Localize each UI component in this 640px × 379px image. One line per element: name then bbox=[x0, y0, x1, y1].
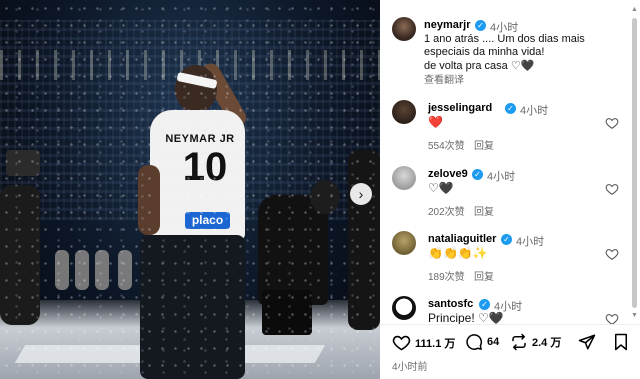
post-timestamp[interactable]: 4小时前 bbox=[392, 358, 428, 373]
scroll-up-arrow-icon[interactable]: ▲ bbox=[631, 6, 638, 13]
likes-count: 111.1 万 bbox=[415, 337, 456, 350]
heart-icon[interactable] bbox=[605, 182, 619, 196]
avatar[interactable] bbox=[392, 231, 416, 255]
avatar[interactable] bbox=[392, 296, 416, 320]
comment-icon bbox=[466, 334, 483, 350]
share-button[interactable] bbox=[578, 333, 596, 351]
comment-text: Principe! ♡🖤 bbox=[428, 311, 504, 325]
verified-badge-icon: ✓ bbox=[505, 103, 516, 114]
post-photo[interactable]: NEYMAR JR 10 placo › bbox=[0, 0, 380, 379]
save-icon bbox=[615, 333, 627, 351]
comments-scrollbar[interactable] bbox=[632, 18, 637, 308]
verified-badge-icon: ✓ bbox=[479, 299, 490, 310]
comment-username[interactable]: jesselingard bbox=[428, 102, 492, 114]
comment-button[interactable]: 64 bbox=[465, 333, 499, 351]
avatar[interactable] bbox=[392, 17, 416, 41]
share-icon bbox=[578, 334, 596, 350]
comment-text: 👏👏👏✨ bbox=[428, 246, 488, 260]
verified-badge-icon: ✓ bbox=[472, 169, 483, 180]
avatar[interactable] bbox=[392, 100, 416, 124]
comment-time[interactable]: 4小时 bbox=[520, 102, 548, 118]
post-side-panel: neymarjr ✓ 4小时 1 ano atrás .... Um dos d… bbox=[380, 0, 640, 379]
reply-button[interactable]: 回复 bbox=[474, 268, 494, 283]
caption-line: 1 ano atrás .... Um dos dias mais bbox=[424, 33, 585, 45]
carousel-next-icon[interactable]: › bbox=[350, 183, 372, 205]
scroll-down-arrow-icon[interactable]: ▼ bbox=[631, 312, 638, 319]
comment-text: ♡🖤 bbox=[428, 181, 454, 195]
comment-username[interactable]: nataliaguitler bbox=[428, 233, 496, 245]
comment-time[interactable]: 4小时 bbox=[516, 233, 544, 249]
comment-username[interactable]: zelove9 bbox=[428, 168, 468, 180]
like-button[interactable]: 111.1 万 bbox=[392, 333, 455, 352]
translate-link[interactable]: 查看翻译 bbox=[424, 71, 464, 86]
comment-likes[interactable]: 189次赞 bbox=[428, 268, 465, 283]
save-button[interactable] bbox=[613, 333, 629, 351]
comment-text: ❤️ bbox=[428, 115, 443, 129]
repost-button[interactable]: 2.4 万 bbox=[510, 333, 561, 351]
reply-button[interactable]: 回复 bbox=[474, 137, 494, 152]
comment-username[interactable]: santosfc bbox=[428, 298, 473, 310]
post-action-bar: 111.1 万 64 2.4 万 4小时前 bbox=[380, 324, 640, 379]
reposts-count: 2.4 万 bbox=[532, 337, 562, 349]
post-author[interactable]: neymarjr bbox=[424, 19, 470, 31]
repost-icon bbox=[512, 333, 526, 351]
comments-count: 64 bbox=[487, 336, 500, 348]
heart-icon bbox=[392, 335, 411, 351]
confetti-overlay bbox=[0, 0, 380, 379]
comment-likes[interactable]: 202次赞 bbox=[428, 203, 465, 218]
verified-badge-icon: ✓ bbox=[475, 20, 486, 31]
heart-icon[interactable] bbox=[605, 247, 619, 261]
avatar[interactable] bbox=[392, 166, 416, 190]
verified-badge-icon: ✓ bbox=[501, 234, 512, 245]
heart-icon[interactable] bbox=[605, 116, 619, 130]
comment-likes[interactable]: 554次赞 bbox=[428, 137, 465, 152]
comment-time[interactable]: 4小时 bbox=[487, 168, 515, 184]
reply-button[interactable]: 回复 bbox=[474, 203, 494, 218]
caption-line: especiais da minha vida! bbox=[424, 46, 545, 58]
